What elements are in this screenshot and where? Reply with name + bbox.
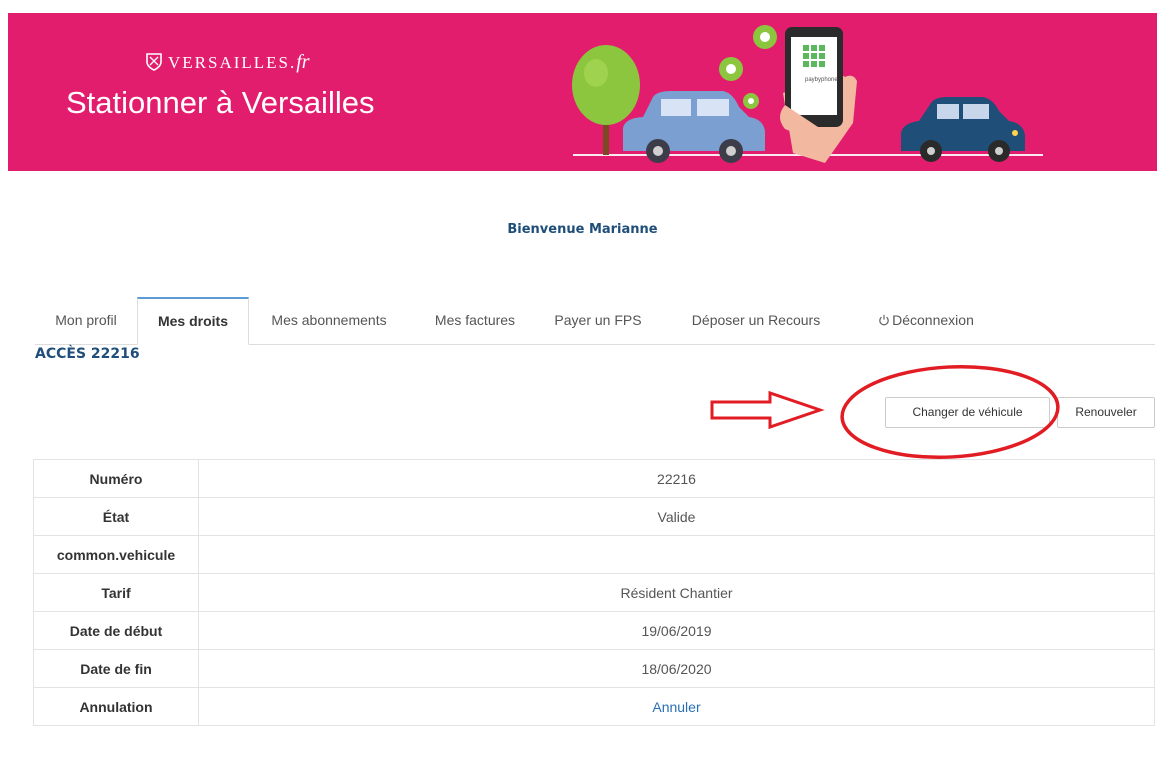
car-icon [901, 97, 1025, 162]
brand-suffix: fr [296, 51, 310, 73]
row-label: État [33, 497, 199, 536]
tab-mes-factures[interactable]: Mes factures [415, 297, 535, 343]
access-details-table: Numéro 22216 État Valide common.vehicule… [33, 459, 1155, 726]
tab-mon-profil[interactable]: Mon profil [35, 297, 137, 343]
row-label: Date de début [33, 611, 199, 650]
table-row: Annulation Annuler [33, 687, 1155, 726]
row-value: Valide [198, 497, 1155, 536]
row-label: Annulation [33, 687, 199, 726]
table-row: common.vehicule [33, 535, 1155, 574]
shield-icon [146, 53, 162, 71]
access-title: ACCÈS 22216 [35, 346, 140, 362]
row-label: Date de fin [33, 649, 199, 688]
table-row: Tarif Résident Chantier [33, 573, 1155, 612]
tab-deconnexion[interactable]: Déconnexion [855, 297, 997, 343]
row-value: 19/06/2019 [198, 611, 1155, 650]
power-icon [879, 314, 889, 326]
phone-label: paybyphone [805, 77, 838, 83]
welcome-message: Bienvenue Marianne [507, 222, 658, 237]
table-row: Date de début 19/06/2019 [33, 611, 1155, 650]
tab-mes-droits[interactable]: Mes droits [137, 297, 249, 345]
renew-button[interactable]: Renouveler [1057, 397, 1155, 428]
tab-deconnexion-label: Déconnexion [892, 312, 974, 328]
row-value: 22216 [198, 459, 1155, 498]
arrow-icon [710, 390, 825, 430]
site-title: Stationner à Versailles [66, 85, 375, 120]
row-value: Annuler [198, 687, 1155, 726]
row-label: Tarif [33, 573, 199, 612]
nav-tabs: Mon profil Mes droits Mes abonnements Me… [35, 297, 1155, 345]
brand-logo[interactable]: VERSAILLES.fr [146, 51, 310, 74]
table-row: Numéro 22216 [33, 459, 1155, 498]
tab-deposer-recours[interactable]: Déposer un Recours [663, 297, 849, 343]
parking-illustration: paybyphone [572, 25, 1043, 163]
row-value: 18/06/2020 [198, 649, 1155, 688]
phone-icon: paybyphone [780, 27, 857, 163]
table-row: État Valide [33, 497, 1155, 536]
row-value [198, 535, 1155, 574]
cancel-link[interactable]: Annuler [652, 699, 700, 715]
table-row: Date de fin 18/06/2020 [33, 649, 1155, 688]
header-banner: VERSAILLES.fr Stationner à Versailles pa… [8, 13, 1157, 171]
row-value: Résident Chantier [198, 573, 1155, 612]
brand-name: VERSAILLES. [168, 53, 297, 72]
change-vehicle-button[interactable]: Changer de véhicule [885, 397, 1050, 428]
row-label: common.vehicule [33, 535, 199, 574]
tab-payer-fps[interactable]: Payer un FPS [539, 297, 657, 343]
tab-mes-abonnements[interactable]: Mes abonnements [249, 297, 409, 343]
row-label: Numéro [33, 459, 199, 498]
